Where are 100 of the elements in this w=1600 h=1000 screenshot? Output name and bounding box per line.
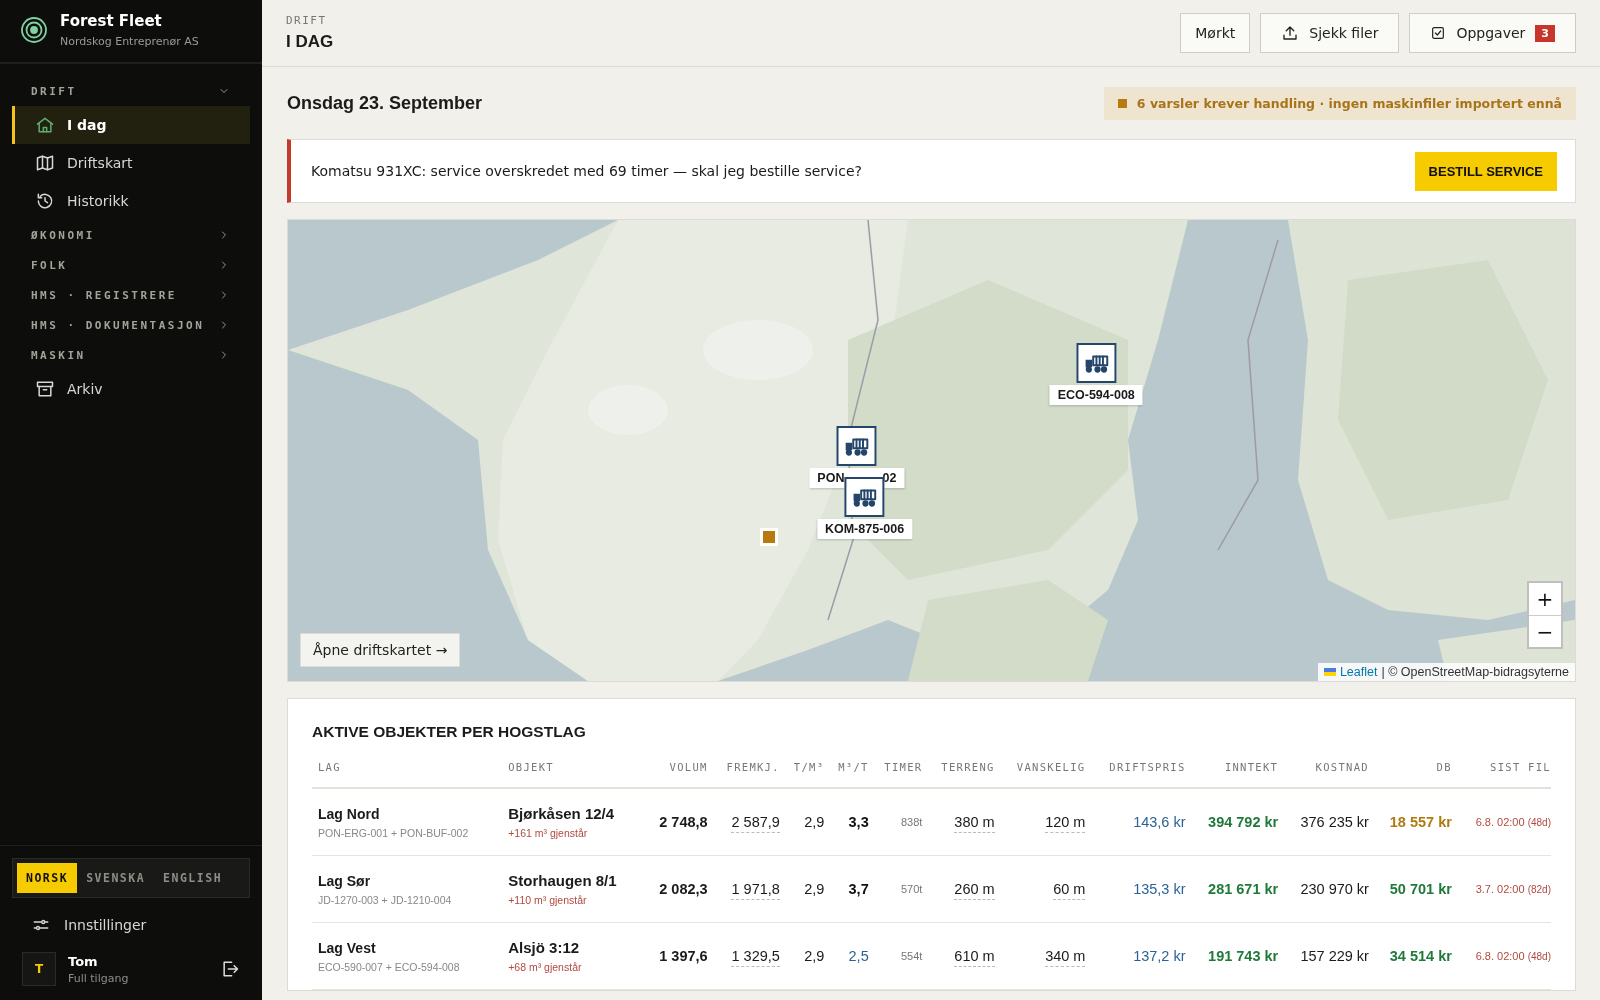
date-heading: Onsdag 23. September bbox=[287, 92, 483, 114]
nav-item[interactable]: I dag bbox=[12, 106, 250, 144]
nav-item[interactable]: Arkiv bbox=[12, 370, 250, 408]
table-cell: 340 m bbox=[1045, 948, 1086, 967]
language-option[interactable]: SVENSKA bbox=[77, 863, 155, 893]
column-header: KOSTNAD bbox=[1278, 761, 1369, 788]
warning-notice: 6 varsler krever handling · ingen maskinfiler importert ennå bbox=[1103, 86, 1576, 120]
table-cell: 1 971,8 bbox=[731, 881, 780, 900]
table-cell: 2,9 bbox=[779, 788, 825, 856]
open-map-link[interactable]: Åpne driftskartet → bbox=[300, 633, 461, 667]
map-icon bbox=[35, 153, 55, 173]
toolbar-button[interactable]: Mørkt bbox=[1180, 13, 1251, 53]
object-name: Storhaugen 8/1 bbox=[508, 872, 618, 889]
nav-section[interactable]: MASKIN bbox=[12, 340, 250, 370]
language-option[interactable]: NORSK bbox=[17, 863, 78, 893]
object-name: Alsjö 3:12 bbox=[508, 939, 581, 956]
table-cell: 281 671 kr bbox=[1185, 855, 1279, 923]
table-cell: 3.7. 02:00 (82d) bbox=[1451, 855, 1551, 923]
table-cell: 230 970 kr bbox=[1278, 855, 1369, 923]
nav-item[interactable]: Historikk bbox=[12, 182, 250, 220]
table-cell: 838t bbox=[868, 788, 923, 856]
team-name: Lag Nord bbox=[318, 805, 381, 822]
table-cell: 157 229 kr bbox=[1278, 922, 1369, 990]
column-header: TERRENG bbox=[922, 761, 995, 788]
toolbar-button[interactable]: Oppgaver 3 bbox=[1409, 13, 1576, 53]
checkbox-icon bbox=[1430, 25, 1447, 41]
remaining-volume: +68 m³ gjenstår bbox=[508, 961, 583, 973]
column-header: SIST FIL bbox=[1451, 761, 1551, 788]
object-name: Bjørkåsen 12/4 bbox=[508, 805, 616, 822]
table-cell: 2 587,9 bbox=[731, 814, 780, 833]
table-cell: 3,7 bbox=[848, 881, 869, 897]
leaflet-link[interactable]: Leaflet bbox=[1323, 665, 1378, 679]
logout-icon[interactable] bbox=[220, 959, 240, 979]
table-cell: 137,2 kr bbox=[1085, 922, 1186, 990]
machine-ids: ECO-590-007 + ECO-594-008 bbox=[318, 960, 461, 973]
table-cell: 6.8. 02:00 (48d) bbox=[1451, 922, 1551, 990]
history-icon bbox=[35, 191, 55, 211]
nav-section[interactable]: HMS · REGISTRERE bbox=[12, 280, 250, 310]
table-cell: 380 m bbox=[954, 814, 995, 833]
alert-message: Komatsu 931XC: service overskredet med 69 timer — skal jeg bestille service? bbox=[311, 163, 862, 179]
nav-section[interactable]: ØKONOMI bbox=[12, 220, 250, 250]
table-cell: 554t bbox=[868, 922, 923, 990]
app-title: Forest Fleet bbox=[60, 12, 163, 30]
table-cell: 135,3 kr bbox=[1085, 855, 1186, 923]
table-cell: 191 743 kr bbox=[1185, 922, 1279, 990]
home-icon bbox=[35, 115, 55, 135]
column-header: LAG bbox=[312, 761, 503, 788]
remaining-volume: +161 m³ gjenstår bbox=[508, 827, 589, 839]
machine-marker[interactable] bbox=[1076, 342, 1117, 383]
flag-icon bbox=[1323, 668, 1336, 676]
site-marker[interactable] bbox=[760, 528, 779, 547]
archive-icon bbox=[35, 379, 55, 399]
table-cell: 120 m bbox=[1045, 814, 1086, 833]
column-header: OBJEKT bbox=[502, 761, 642, 788]
team-name: Lag Vest bbox=[318, 939, 377, 956]
table-cell: 570t bbox=[868, 855, 923, 923]
logo-icon bbox=[20, 16, 48, 44]
team-name: Lag Sør bbox=[318, 872, 372, 889]
column-header: VANSKELIG bbox=[994, 761, 1086, 788]
table-cell: 2,9 bbox=[779, 922, 825, 990]
table-title: AKTIVE OBJEKTER PER HOGSTLAG bbox=[312, 723, 587, 741]
table-cell: 260 m bbox=[954, 881, 995, 900]
table-cell: 18 557 kr bbox=[1389, 814, 1452, 830]
table-cell: 2,5 bbox=[848, 948, 869, 964]
column-header: TIMER bbox=[868, 761, 923, 788]
language-option[interactable]: ENGLISH bbox=[154, 863, 232, 893]
table-cell: 2 748,8 bbox=[641, 788, 708, 856]
toolbar-button[interactable]: Sjekk filer bbox=[1260, 13, 1400, 53]
machine-marker[interactable] bbox=[844, 477, 885, 518]
table-cell: 6.8. 02:00 (48d) bbox=[1451, 788, 1551, 856]
machine-marker[interactable] bbox=[836, 426, 877, 467]
table-cell: 50 701 kr bbox=[1389, 881, 1452, 897]
column-header: DRIFTSPRIS bbox=[1085, 761, 1186, 788]
nav-section[interactable]: DRIFT bbox=[12, 76, 250, 106]
page-title: I DAG bbox=[286, 32, 334, 52]
table-cell: 60 m bbox=[1053, 881, 1086, 900]
column-header: DB bbox=[1368, 761, 1452, 788]
order-service-button[interactable]: BESTILL SERVICE bbox=[1414, 151, 1557, 191]
machine-ids: PON-ERG-001 + PON-BUF-002 bbox=[318, 826, 470, 839]
column-header: VOLUM bbox=[641, 761, 708, 788]
column-header: FREMKJ. bbox=[707, 761, 780, 788]
user-name: Tom bbox=[68, 953, 99, 969]
machine-label: ECO-594-008 bbox=[1049, 384, 1143, 405]
map-attribution: | © OpenStreetMap-bidragsyterne bbox=[1381, 665, 1569, 679]
table-cell: 34 514 kr bbox=[1389, 948, 1452, 964]
remaining-volume: +110 m³ gjenstår bbox=[508, 894, 588, 906]
nav-item[interactable]: Driftskart bbox=[12, 144, 250, 182]
company-name: Nordskog Entreprenør AS bbox=[60, 35, 199, 48]
breadcrumb: DRIFT bbox=[286, 14, 328, 27]
column-header: T/M³ bbox=[779, 761, 825, 788]
table-cell: 2,9 bbox=[779, 855, 825, 923]
settings-link[interactable]: Innstillinger bbox=[0, 898, 262, 946]
user-avatar: T bbox=[22, 952, 56, 986]
nav-section[interactable]: FOLK bbox=[12, 250, 250, 280]
column-header: M³/T bbox=[824, 761, 869, 788]
table-cell: 1 397,6 bbox=[641, 922, 708, 990]
count-badge: 3 bbox=[1535, 24, 1555, 42]
nav-section[interactable]: HMS · DOKUMENTASJON bbox=[12, 310, 250, 340]
upload-icon bbox=[1281, 24, 1300, 42]
column-header: INNTEKT bbox=[1185, 761, 1279, 788]
